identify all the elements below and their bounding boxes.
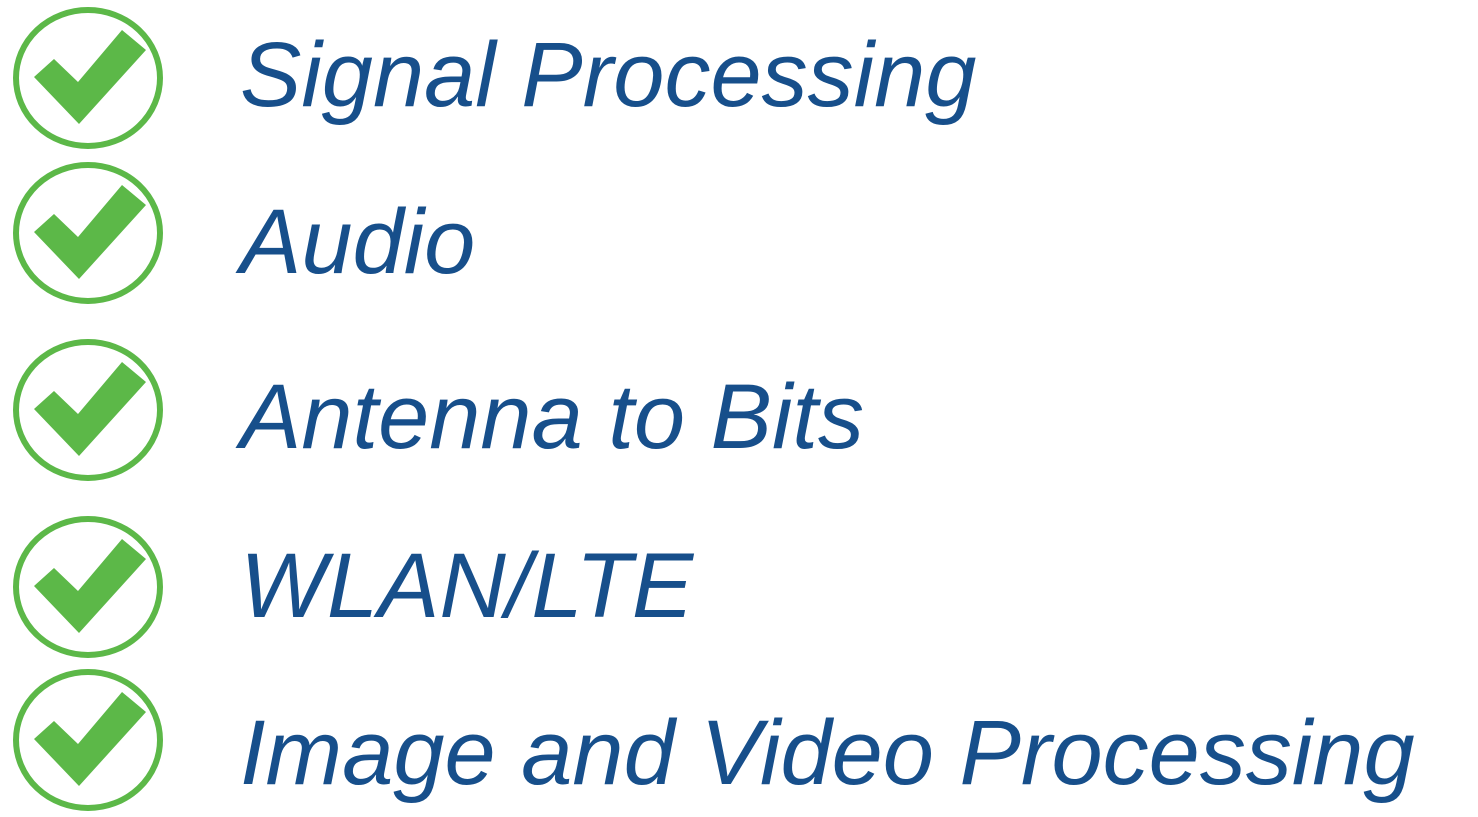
checkmark-circle-icon xyxy=(12,512,164,662)
checklist-item-label: WLAN/LTE xyxy=(240,535,694,637)
checklist-item-label: Audio xyxy=(240,191,476,293)
checkmark-circle-icon xyxy=(12,3,164,153)
checklist-item-antenna-to-bits: Antenna to Bits xyxy=(0,335,1478,485)
checklist: Signal Processing Audio Antenna to Bits … xyxy=(0,0,1478,817)
checkmark-circle-icon xyxy=(12,158,164,308)
checklist-item-image-and-video-processing: Image and Video Processing xyxy=(0,665,1478,815)
checklist-item-label: Antenna to Bits xyxy=(240,366,864,468)
checklist-item-label: Image and Video Processing xyxy=(240,702,1415,804)
checklist-item-label: Signal Processing xyxy=(240,24,977,126)
checkmark-circle-icon xyxy=(12,665,164,815)
checklist-item-wlan-lte: WLAN/LTE xyxy=(0,512,1478,662)
checklist-item-audio: Audio xyxy=(0,158,1478,308)
checklist-item-signal-processing: Signal Processing xyxy=(0,3,1478,153)
checkmark-circle-icon xyxy=(12,335,164,485)
